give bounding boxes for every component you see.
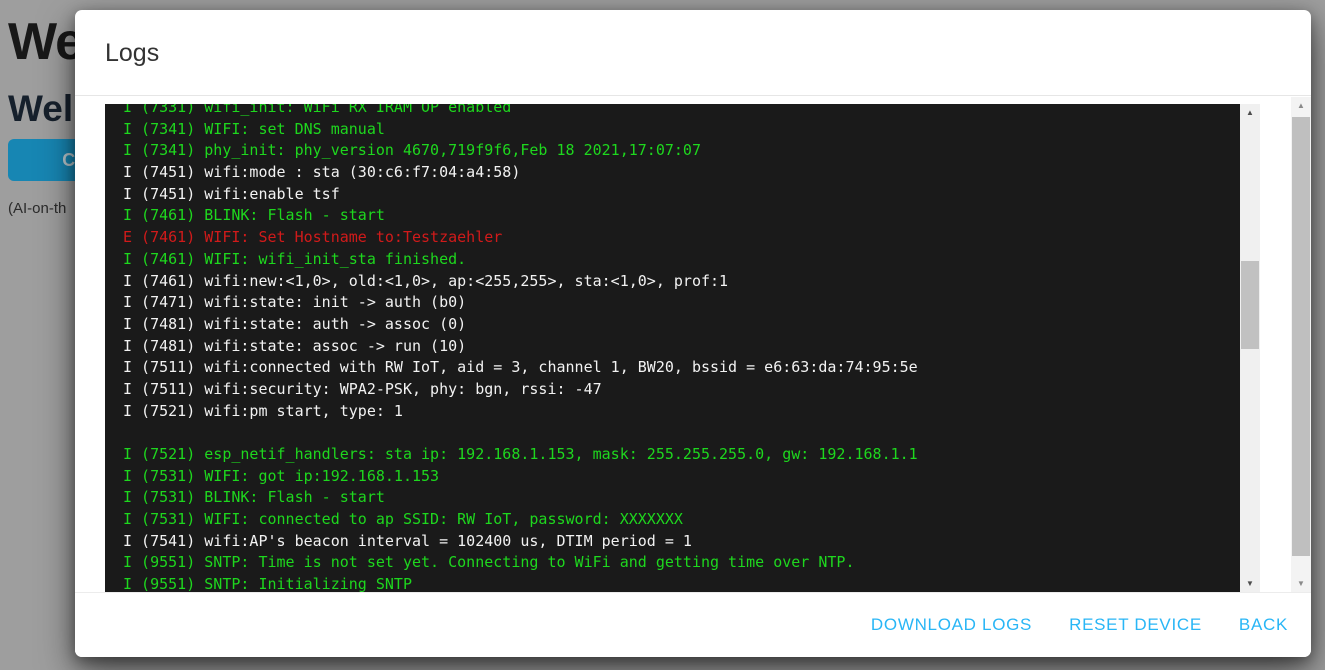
console-scrollbar[interactable]: ▲ ▼ [1240, 104, 1260, 592]
log-line: I (7471) wifi:state: init -> auth (b0) [123, 292, 1240, 314]
reset-device-button[interactable]: RESET DEVICE [1067, 609, 1204, 641]
scroll-up-icon[interactable]: ▲ [1240, 104, 1260, 121]
dialog-scrollbar[interactable]: ▲ ▼ [1291, 97, 1311, 592]
log-line: I (7341) phy_init: phy_version 4670,719f… [123, 140, 1240, 162]
dialog-footer: DOWNLOAD LOGS RESET DEVICE BACK [75, 592, 1311, 657]
log-line: I (7461) BLINK: Flash - start [123, 205, 1240, 227]
log-line: E (7461) WIFI: Set Hostname to:Testzaehl… [123, 227, 1240, 249]
background-heading: We [8, 12, 83, 72]
log-line: I (7511) wifi:connected with RW IoT, aid… [123, 357, 1240, 379]
dialog-header: Logs [75, 10, 1311, 96]
log-line: I (9551) SNTP: Initializing SNTP [123, 574, 1240, 592]
log-line: I (7531) WIFI: got ip:192.168.1.153 [123, 466, 1240, 488]
log-line: I (9551) SNTP: Time is not set yet. Conn… [123, 552, 1240, 574]
log-line: I (7461) wifi:new:<1,0>, old:<1,0>, ap:<… [123, 271, 1240, 293]
log-line: I (7521) esp_netif_handlers: sta ip: 192… [123, 444, 1240, 466]
dialog-body: I (7331) wifi_init: WiFi RX IRAM OP enab… [75, 97, 1311, 592]
dialog-scrollbar-thumb[interactable] [1292, 117, 1310, 556]
background-caption: (AI-on-th [8, 200, 66, 217]
log-line: I (7331) wifi_init: WiFi RX IRAM OP enab… [123, 104, 1240, 119]
back-button[interactable]: BACK [1237, 609, 1290, 641]
dialog-title: Logs [105, 10, 159, 96]
download-logs-button[interactable]: DOWNLOAD LOGS [869, 609, 1034, 641]
log-line: I (7541) wifi:AP's beacon interval = 102… [123, 531, 1240, 553]
background-subheading: Wel [8, 88, 73, 130]
log-line [123, 422, 1240, 444]
log-line: I (7481) wifi:state: auth -> assoc (0) [123, 314, 1240, 336]
log-line: I (7341) WIFI: set DNS manual [123, 119, 1240, 141]
log-line: I (7531) BLINK: Flash - start [123, 487, 1240, 509]
console-scrollbar-thumb[interactable] [1241, 261, 1259, 349]
log-line: I (7451) wifi:mode : sta (30:c6:f7:04:a4… [123, 162, 1240, 184]
log-output: I (7331) wifi_init: WiFi RX IRAM OP enab… [105, 104, 1240, 592]
log-line: I (7451) wifi:enable tsf [123, 184, 1240, 206]
logs-dialog: Logs I (7331) wifi_init: WiFi RX IRAM OP… [75, 10, 1311, 657]
log-line: I (7481) wifi:state: assoc -> run (10) [123, 336, 1240, 358]
scroll-up-icon[interactable]: ▲ [1291, 97, 1311, 114]
log-line: I (7521) wifi:pm start, type: 1 [123, 401, 1240, 423]
scroll-down-icon[interactable]: ▼ [1291, 575, 1311, 592]
log-line: I (7511) wifi:security: WPA2-PSK, phy: b… [123, 379, 1240, 401]
screen: We Wel CON (AI-on-th Logs I (7331) wifi_… [0, 0, 1325, 670]
scroll-down-icon[interactable]: ▼ [1240, 575, 1260, 592]
log-console[interactable]: I (7331) wifi_init: WiFi RX IRAM OP enab… [105, 104, 1260, 592]
log-line: I (7531) WIFI: connected to ap SSID: RW … [123, 509, 1240, 531]
log-line: I (7461) WIFI: wifi_init_sta finished. [123, 249, 1240, 271]
